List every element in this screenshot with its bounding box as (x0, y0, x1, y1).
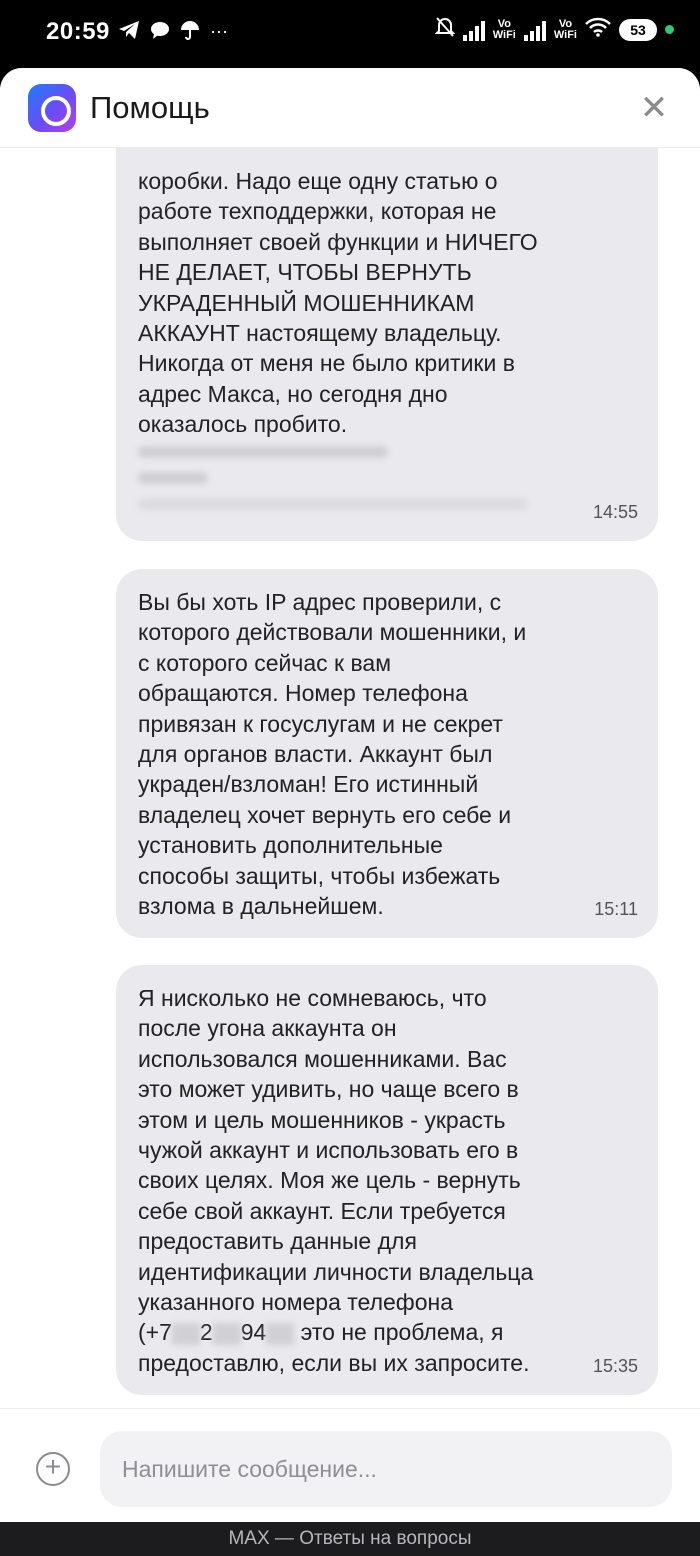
message-text: коробки. Надо еще одну статью о работе т… (138, 168, 538, 438)
page-title: Помощь (90, 90, 210, 125)
blurred-attachment (138, 445, 636, 510)
wifi-icon (585, 17, 611, 42)
privacy-indicator-dot (665, 25, 674, 34)
more-icon: ⋯ (210, 21, 228, 42)
help-sheet: Помощь ✕ коробки. Надо еще одну статью о… (0, 68, 700, 1522)
message-list[interactable]: коробки. Надо еще одну статью о работе т… (0, 148, 700, 1406)
message-text: Я нисколько не сомневаюсь, что после уго… (138, 983, 636, 1378)
composer-bar: + (0, 1408, 700, 1522)
redacted-digits (171, 1323, 200, 1346)
status-time: 20:59 (46, 18, 110, 45)
phone-part: 2 (199, 1319, 213, 1346)
signal-icon-2 (523, 19, 546, 41)
vowifi-label-2: Vo WiFi (553, 17, 577, 41)
redacted-digits (212, 1323, 241, 1346)
battery-icon: 53 (619, 18, 657, 41)
sheet-header: Помощь ✕ (0, 68, 700, 148)
signal-icon (462, 19, 485, 41)
add-attachment-button[interactable]: + (36, 1452, 70, 1486)
umbrella-icon (180, 20, 200, 43)
notification-icons: ⋯ (118, 20, 228, 43)
system-icons: Vo WiFi Vo WiFi 53 (434, 16, 674, 43)
message-text-part: Я нисколько не сомневаюсь, что после уго… (138, 985, 534, 1316)
redacted-digits (266, 1323, 295, 1346)
status-bar: 20:59 ⋯ Vo WiFi Vo WiFi 53 (0, 0, 700, 68)
message-bubble[interactable]: коробки. Надо еще одну статью о работе т… (116, 148, 658, 541)
chat-icon (150, 20, 170, 43)
phone-part: (+7 (138, 1319, 172, 1346)
message-time: 15:35 (592, 1356, 638, 1376)
message-bubble[interactable]: Я нисколько не сомневаюсь, что после уго… (116, 965, 658, 1395)
vowifi-label-1: Vo WiFi (492, 17, 516, 41)
message-time: 14:55 (592, 502, 638, 522)
message-text: Вы бы хоть IP адрес проверили, с которог… (138, 589, 527, 920)
max-logo-icon (28, 84, 76, 132)
message-input[interactable] (100, 1431, 672, 1507)
app-footer: MAX — Ответы на вопросы (0, 1522, 700, 1556)
message-time: 15:11 (594, 899, 638, 919)
mute-icon (434, 16, 456, 43)
phone-part: 94 (240, 1319, 267, 1346)
message-bubble[interactable]: Вы бы хоть IP адрес проверили, с которог… (116, 569, 658, 938)
close-button[interactable]: ✕ (636, 90, 672, 126)
telegram-icon (118, 20, 140, 43)
